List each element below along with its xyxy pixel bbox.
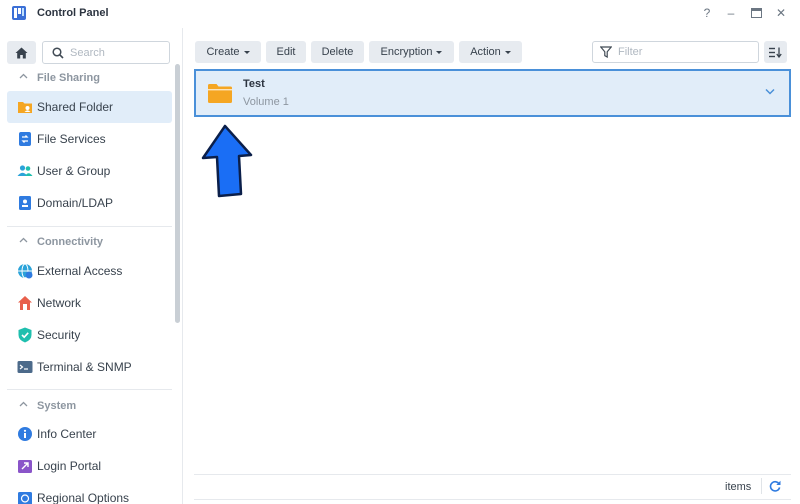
- title-bar: Control Panel ? – ✕: [0, 0, 800, 28]
- sidebar-item-regional-options[interactable]: Regional Options: [7, 482, 172, 504]
- sidebar-item-label: Info Center: [37, 427, 97, 441]
- shared-folder-icon: [18, 102, 32, 113]
- dropdown-caret-icon: [243, 50, 250, 54]
- sidebar-item-security[interactable]: Security: [7, 319, 172, 351]
- folder-icon: [208, 84, 232, 103]
- dropdown-caret-icon: [436, 50, 443, 54]
- regional-options-icon: [18, 492, 32, 504]
- sidebar-item-label: Shared Folder: [37, 100, 114, 114]
- maximize-button[interactable]: [748, 5, 764, 21]
- section-label: Connectivity: [37, 236, 104, 248]
- shared-folder-row[interactable]: Test Volume 1: [194, 69, 791, 117]
- folder-name: Test: [243, 78, 265, 90]
- home-icon: [15, 47, 28, 58]
- sort-button[interactable]: [764, 41, 787, 63]
- search-box[interactable]: [42, 41, 170, 64]
- info-icon: [18, 427, 32, 441]
- sidebar-item-label: Security: [37, 328, 81, 342]
- close-button[interactable]: ✕: [773, 5, 789, 21]
- section-label: System: [37, 400, 77, 412]
- section-system[interactable]: System: [0, 394, 172, 418]
- filter-box[interactable]: [592, 41, 759, 63]
- file-services-icon: [19, 132, 31, 146]
- encryption-button[interactable]: Encryption: [369, 41, 454, 63]
- sidebar-item-shared-folder[interactable]: Shared Folder: [7, 91, 172, 123]
- filter-input[interactable]: [618, 44, 753, 60]
- domain-ldap-icon: [19, 196, 31, 210]
- create-label: Create: [206, 46, 240, 58]
- sidebar-item-label: External Access: [37, 264, 123, 278]
- delete-button[interactable]: Delete: [311, 41, 364, 63]
- expand-chevron-icon[interactable]: [765, 88, 775, 95]
- encryption-label: Encryption: [380, 46, 433, 58]
- sidebar-item-label: Terminal & SNMP: [37, 360, 132, 374]
- section-label: File Sharing: [37, 72, 100, 84]
- sidebar-item-login-portal[interactable]: Login Portal: [7, 450, 172, 482]
- items-count-label: items: [725, 481, 752, 493]
- sidebar-item-label: File Services: [37, 132, 106, 146]
- terminal-icon: [17, 361, 33, 373]
- window-title: Control Panel: [37, 7, 109, 19]
- sidebar-item-label: Network: [37, 296, 82, 310]
- security-shield-icon: [18, 327, 32, 343]
- section-file-sharing[interactable]: File Sharing: [0, 66, 172, 90]
- refresh-icon[interactable]: [769, 480, 781, 492]
- help-button[interactable]: ?: [699, 5, 715, 21]
- section-connectivity[interactable]: Connectivity: [0, 230, 172, 254]
- maximize-icon: [750, 8, 762, 18]
- login-portal-icon: [18, 460, 32, 473]
- sidebar: File Sharing Shared Folder File Services…: [0, 28, 183, 504]
- collapse-caret-icon: [19, 237, 28, 243]
- sidebar-item-label: Domain/LDAP: [37, 196, 114, 210]
- sidebar-item-file-services[interactable]: File Services: [7, 123, 172, 155]
- sidebar-item-terminal-snmp[interactable]: Terminal & SNMP: [7, 351, 172, 383]
- search-input[interactable]: [70, 45, 165, 61]
- user-group-icon: [17, 165, 33, 176]
- external-access-icon: [18, 263, 33, 279]
- collapse-caret-icon: [19, 401, 28, 407]
- bottom-border: [194, 499, 791, 500]
- collapse-caret-icon: [19, 73, 28, 79]
- home-button[interactable]: [7, 41, 36, 64]
- minimize-button[interactable]: –: [723, 5, 739, 21]
- folder-volume: Volume 1: [243, 96, 289, 108]
- sidebar-item-user-group[interactable]: User & Group: [7, 155, 172, 187]
- sidebar-scrollbar[interactable]: [175, 64, 180, 323]
- sidebar-item-domain-ldap[interactable]: Domain/LDAP: [7, 187, 172, 219]
- sidebar-item-info-center[interactable]: Info Center: [7, 418, 172, 450]
- sort-icon: [769, 47, 782, 58]
- annotation-arrow-icon: [201, 124, 253, 198]
- sidebar-item-label: Login Portal: [37, 459, 102, 473]
- footer-separator: [761, 478, 762, 494]
- filter-funnel-icon: [600, 46, 612, 58]
- sidebar-item-external-access[interactable]: External Access: [7, 255, 172, 287]
- action-button[interactable]: Action: [459, 41, 522, 63]
- dropdown-caret-icon: [504, 50, 511, 54]
- footer-divider: [194, 474, 791, 475]
- control-panel-app-icon: [12, 6, 26, 20]
- sidebar-item-label: Regional Options: [37, 491, 130, 504]
- edit-button[interactable]: Edit: [266, 41, 306, 63]
- search-icon: [52, 47, 64, 59]
- sidebar-item-label: User & Group: [37, 164, 111, 178]
- section-divider: [7, 226, 172, 227]
- action-label: Action: [470, 46, 501, 58]
- section-divider: [7, 389, 172, 390]
- create-button[interactable]: Create: [195, 41, 261, 63]
- network-icon: [18, 296, 32, 310]
- sidebar-item-network[interactable]: Network: [7, 287, 172, 319]
